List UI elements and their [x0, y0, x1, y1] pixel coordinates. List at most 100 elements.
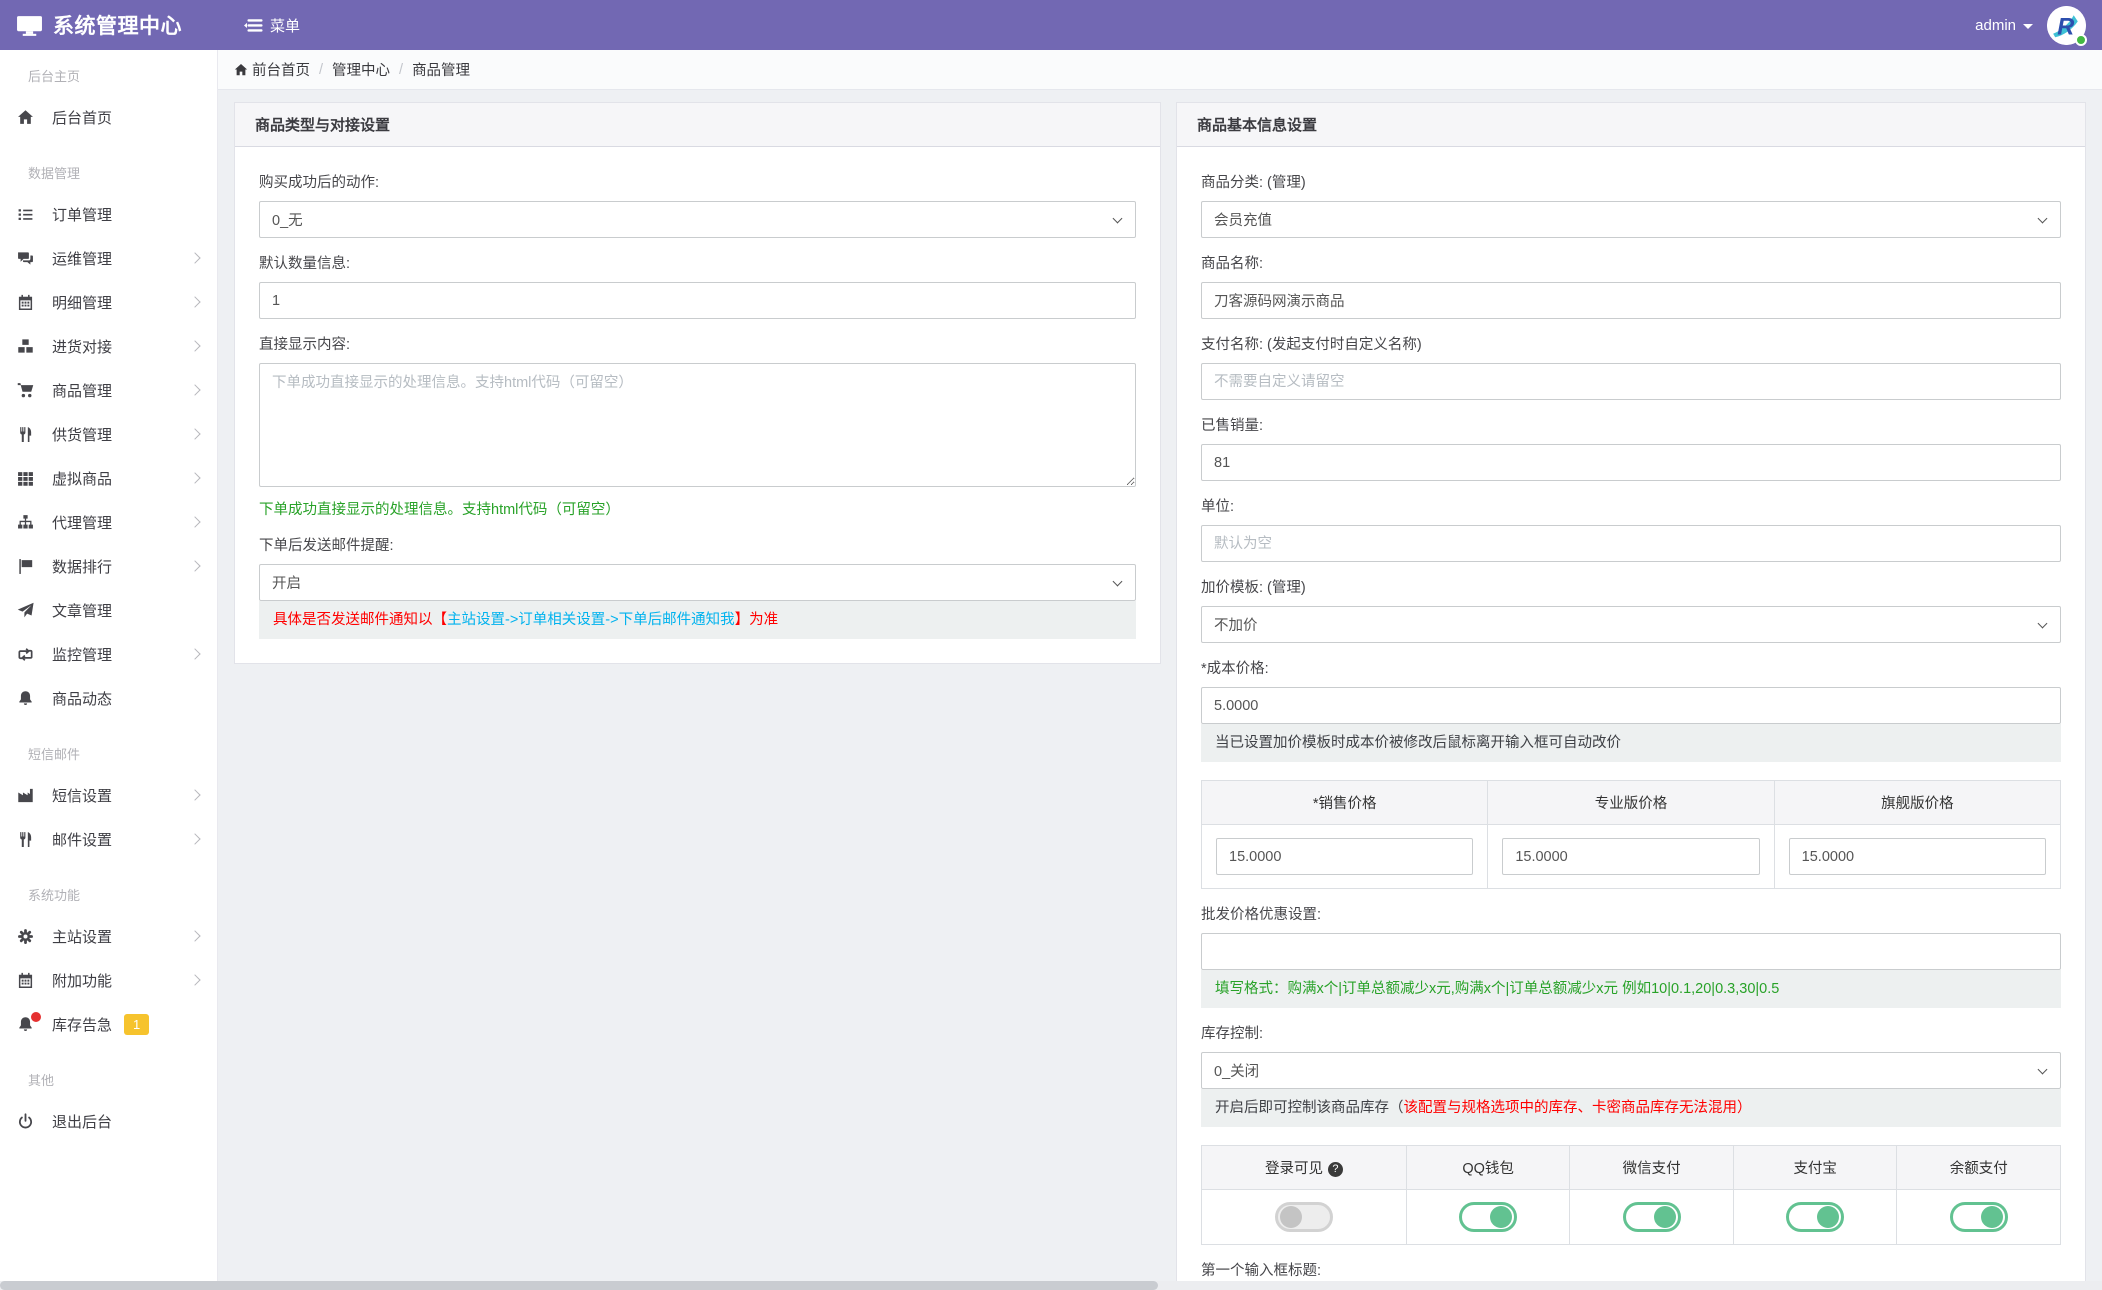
- sales-input[interactable]: [1201, 444, 2061, 481]
- purchase-action-select[interactable]: 0_无: [259, 201, 1136, 238]
- price-table-header-ultimate: 旗舰版价格: [1774, 781, 2060, 825]
- menu-toggle-button[interactable]: 菜单: [244, 15, 300, 36]
- toggle-label: 登录可见: [1265, 1161, 1323, 1177]
- sale-price-input[interactable]: [1216, 838, 1473, 875]
- chevron-right-icon: [189, 560, 200, 571]
- unit-input[interactable]: [1201, 525, 2061, 562]
- sidebar-item-label: 订单管理: [52, 204, 112, 225]
- toggle-knob: [1817, 1206, 1839, 1228]
- brand-link[interactable]: 系统管理中心: [0, 10, 218, 40]
- panel-product-basic-info: 商品基本信息设置 商品分类: (管理) 会员充值 商品名称: 支付名称: (发起…: [1176, 102, 2086, 1290]
- cost-price-input[interactable]: [1201, 687, 2061, 724]
- wechat-pay-toggle[interactable]: [1623, 1202, 1681, 1232]
- pro-price-input[interactable]: [1502, 838, 1759, 875]
- chevron-down-icon: [1113, 214, 1123, 224]
- markup-template-label: 加价模板: (管理): [1201, 578, 2061, 598]
- content: 商品类型与对接设置 购买成功后的动作: 0_无 默认数量信息: 直接显示内容: …: [218, 90, 2102, 1290]
- sidebar-item-rankings[interactable]: 数据排行: [0, 544, 217, 588]
- chevron-right-icon: [189, 516, 200, 527]
- direct-content-help: 下单成功直接显示的处理信息。支持html代码（可留空）: [259, 500, 1136, 520]
- sidebar-item-label: 虚拟商品: [52, 468, 112, 489]
- alipay-toggle[interactable]: [1786, 1202, 1844, 1232]
- product-name-label: 商品名称:: [1201, 254, 2061, 274]
- sidebar-item-monitoring[interactable]: 监控管理: [0, 632, 217, 676]
- default-qty-input[interactable]: [259, 282, 1136, 319]
- breadcrumb-front-home-link[interactable]: 前台首页: [252, 59, 310, 80]
- scrollbar-thumb[interactable]: [0, 1281, 1158, 1290]
- chevron-right-icon: [189, 833, 200, 844]
- stock-control-value: 0_关闭: [1214, 1060, 1259, 1081]
- chevron-down-icon: [2038, 1065, 2048, 1075]
- sidebar-item-agents[interactable]: 代理管理: [0, 500, 217, 544]
- pay-name-input[interactable]: [1201, 363, 2061, 400]
- wholesale-label: 批发价格优惠设置:: [1201, 905, 2061, 925]
- mail-reminder-note: 具体是否发送邮件通知以【主站设置->订单相关设置->下单后邮件通知我】为准: [259, 601, 1136, 639]
- first-input-title-label: 第一个输入框标题:: [1201, 1261, 2061, 1281]
- stock-control-select[interactable]: 0_关闭: [1201, 1052, 2061, 1089]
- sidebar-item-operations[interactable]: 运维管理: [0, 236, 217, 280]
- table-row: [1202, 825, 2061, 889]
- sidebar: 后台主页后台首页数据管理订单管理运维管理明细管理进货对接商品管理供货管理虚拟商品…: [0, 50, 218, 1290]
- sidebar-item-addons[interactable]: 附加功能: [0, 958, 217, 1002]
- direct-content-textarea[interactable]: [259, 363, 1136, 487]
- sidebar-item-label: 主站设置: [52, 926, 112, 947]
- balance-pay-toggle[interactable]: [1950, 1202, 2008, 1232]
- sidebar-item-details[interactable]: 明细管理: [0, 280, 217, 324]
- sidebar-section-label: 其他: [28, 1070, 217, 1089]
- wholesale-note: 填写格式：购满x个|订单总额减少x元,购满x个|订单总额减少x元 例如10|0.…: [1201, 970, 2061, 1008]
- svg-text:R: R: [2057, 14, 2074, 40]
- sidebar-item-mail-settings[interactable]: 邮件设置: [0, 817, 217, 861]
- chevron-right-icon: [189, 648, 200, 659]
- ultimate-price-input[interactable]: [1789, 838, 2046, 875]
- stock-control-note: 开启后即可控制该商品库存（该配置与规格选项中的库存、卡密商品库存无法混用）: [1201, 1089, 2061, 1127]
- purchase-action-value: 0_无: [272, 209, 303, 230]
- stock-note-red: 该配置与规格选项中的库存、卡密商品库存无法混用）: [1404, 1100, 1752, 1116]
- breadcrumb-admin-center-link[interactable]: 管理中心: [332, 59, 390, 80]
- login-visible-toggle[interactable]: [1275, 1202, 1333, 1232]
- sidebar-item-purchase-docking[interactable]: 进货对接: [0, 324, 217, 368]
- sidebar-item-stock-alert[interactable]: 库存告急1: [0, 1002, 217, 1046]
- markup-template-select[interactable]: 不加价: [1201, 606, 2061, 643]
- qq-wallet-toggle[interactable]: [1459, 1202, 1517, 1232]
- wholesale-input[interactable]: [1201, 933, 2061, 970]
- sidebar-item-product-news[interactable]: 商品动态: [0, 676, 217, 720]
- toggle-knob: [1981, 1206, 2003, 1228]
- chevron-right-icon: [189, 252, 200, 263]
- cubes-icon: [14, 338, 36, 355]
- sidebar-section-label: 系统功能: [28, 885, 217, 904]
- menu-label: 菜单: [270, 15, 300, 36]
- pay-name-label: 支付名称: (发起支付时自定义名称): [1201, 335, 2061, 355]
- category-select[interactable]: 会员充值: [1201, 201, 2061, 238]
- bell-icon: [14, 690, 36, 707]
- home-icon: [234, 63, 252, 77]
- product-name-input[interactable]: [1201, 282, 2061, 319]
- sidebar-item-label: 附加功能: [52, 970, 112, 991]
- panel-product-type-settings: 商品类型与对接设置 购买成功后的动作: 0_无 默认数量信息: 直接显示内容: …: [234, 102, 1161, 664]
- sidebar-item-sms-settings[interactable]: 短信设置: [0, 773, 217, 817]
- sidebar-item-articles[interactable]: 文章管理: [0, 588, 217, 632]
- brand-title: 系统管理中心: [53, 10, 182, 40]
- sidebar-item-virtual-goods[interactable]: 虚拟商品: [0, 456, 217, 500]
- sidebar-item-label: 明细管理: [52, 292, 112, 313]
- sidebar-item-orders[interactable]: 订单管理: [0, 192, 217, 236]
- calendar-icon: [14, 972, 36, 989]
- mail-reminder-select[interactable]: 开启: [259, 564, 1136, 601]
- main-area: 前台首页 / 管理中心 / 商品管理 商品类型与对接设置 购买成功后的动作: 0…: [218, 50, 2102, 1290]
- sidebar-item-supply[interactable]: 供货管理: [0, 412, 217, 456]
- panel-title: 商品基本信息设置: [1177, 103, 2085, 147]
- sidebar-item-site-settings[interactable]: 主站设置: [0, 914, 217, 958]
- sidebar-item-dashboard[interactable]: 后台首页: [0, 95, 217, 139]
- price-table-header-pro: 专业版价格: [1488, 781, 1774, 825]
- user-dropdown[interactable]: admin: [1975, 17, 2033, 34]
- sidebar-item-products[interactable]: 商品管理: [0, 368, 217, 412]
- markup-template-value: 不加价: [1214, 614, 1258, 635]
- unit-label: 单位:: [1201, 497, 2061, 517]
- sidebar-item-label: 代理管理: [52, 512, 112, 533]
- wholesale-note-text: 填写格式：购满x个|订单总额减少x元,购满x个|订单总额减少x元 例如10|0.…: [1215, 981, 1779, 997]
- question-icon[interactable]: ?: [1328, 1162, 1343, 1177]
- mail-reminder-value: 开启: [272, 572, 301, 593]
- sidebar-item-logout[interactable]: 退出后台: [0, 1099, 217, 1143]
- mail-note-red: 具体是否发送邮件通知以【: [273, 612, 447, 628]
- horizontal-scrollbar[interactable]: [0, 1281, 2102, 1290]
- avatar[interactable]: R: [2047, 6, 2086, 45]
